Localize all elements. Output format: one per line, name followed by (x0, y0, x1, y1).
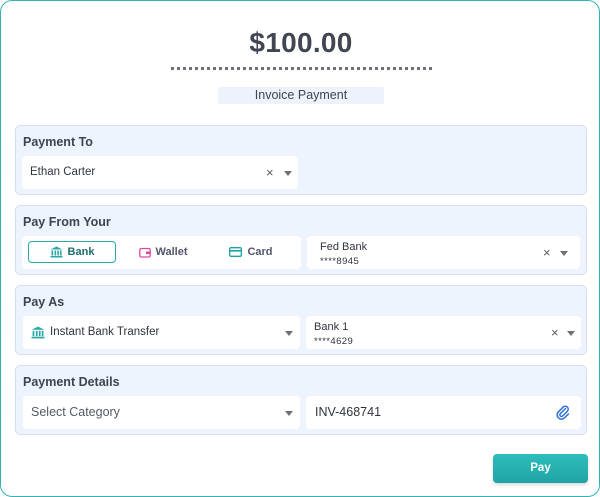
wallet-icon (138, 247, 151, 258)
tab-wallet[interactable]: Wallet (128, 241, 198, 263)
pay-button[interactable]: Pay (493, 454, 588, 483)
pay-from-section: Pay From Your Bank Wallet Card Fed Bank … (15, 205, 587, 275)
account-number: ****8945 (320, 256, 360, 267)
bank-icon (31, 326, 45, 339)
section-title: Pay From Your (23, 215, 111, 229)
payment-details-section: Payment Details Select Category INV-4687… (15, 365, 587, 435)
invoice-type-label: Invoice Payment (218, 87, 384, 104)
payment-method-select[interactable]: Instant Bank Transfer (23, 316, 300, 349)
clear-icon[interactable]: × (543, 246, 551, 259)
chevron-down-icon[interactable] (560, 251, 568, 256)
invoice-number-input[interactable]: INV-468741 (306, 396, 581, 429)
chevron-down-icon[interactable] (285, 331, 293, 336)
category-select[interactable]: Select Category (23, 396, 300, 429)
account-number: ****4629 (314, 336, 354, 347)
clear-icon[interactable]: × (551, 326, 559, 339)
pay-as-section: Pay As Instant Bank Transfer Bank 1 ****… (15, 285, 587, 355)
clear-icon[interactable]: × (266, 166, 274, 179)
recipient-select[interactable]: Ethan Carter × (22, 156, 298, 189)
recipient-value: Ethan Carter (30, 166, 96, 178)
tab-card[interactable]: Card (218, 241, 284, 263)
account-name: Fed Bank (320, 241, 368, 253)
target-account-select[interactable]: Bank 1 ****4629 × (306, 316, 581, 349)
payment-to-section: Payment To Ethan Carter × (15, 125, 587, 195)
tab-label: Wallet (155, 246, 188, 258)
payment-amount: $100.00 (249, 27, 353, 58)
payment-method-value: Instant Bank Transfer (50, 326, 160, 338)
tab-bank[interactable]: Bank (28, 241, 116, 263)
tab-label: Card (247, 246, 273, 258)
card-icon (229, 247, 243, 257)
section-title: Pay As (23, 295, 65, 309)
chevron-down-icon[interactable] (284, 171, 292, 176)
category-placeholder: Select Category (31, 405, 120, 419)
invoice-number-value: INV-468741 (315, 405, 382, 419)
source-type-selector: Bank Wallet Card (22, 236, 301, 269)
paperclip-icon[interactable] (556, 404, 570, 420)
payment-card: $100.00 Invoice Payment Payment To Ethan… (0, 0, 600, 497)
source-account-select[interactable]: Fed Bank ****8945 × (307, 236, 580, 269)
amount-underline (171, 67, 432, 70)
chevron-down-icon[interactable] (285, 411, 293, 416)
section-title: Payment To (23, 135, 93, 149)
account-name: Bank 1 (314, 321, 349, 333)
tab-label: Bank (67, 246, 95, 258)
section-title: Payment Details (23, 375, 120, 389)
bank-icon (50, 246, 63, 258)
chevron-down-icon[interactable] (567, 331, 575, 336)
